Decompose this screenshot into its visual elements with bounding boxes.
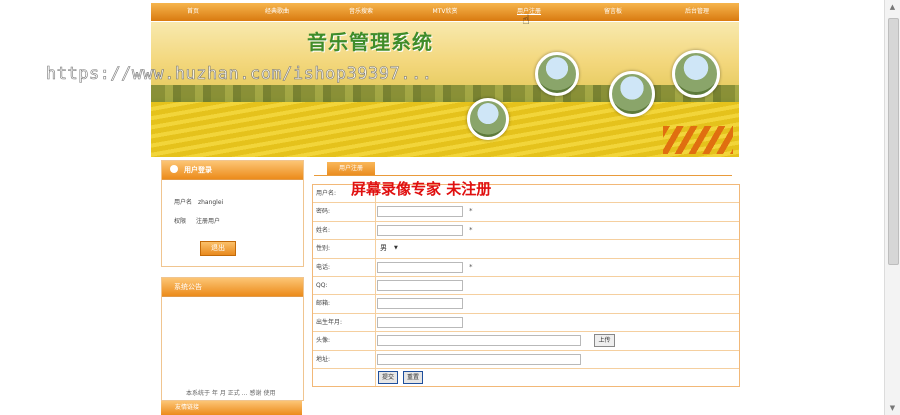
url-watermark: https://www.huzhan.com/ishop39397...	[46, 64, 433, 85]
password-input[interactable]	[377, 206, 463, 218]
nav-admin[interactable]: 后台管理	[655, 3, 739, 21]
form-row-actions: 提交 重置	[313, 368, 739, 387]
banner-field	[151, 102, 739, 157]
nav-home[interactable]: 首页	[151, 3, 235, 21]
logout-button[interactable]: 退出	[200, 241, 236, 256]
upload-button[interactable]: 上传	[594, 334, 615, 348]
email-field-label: 邮箱:	[316, 300, 331, 308]
nav-music-search[interactable]: 音乐搜索	[319, 3, 403, 21]
username-value: zhanglei	[197, 199, 224, 206]
name-input[interactable]	[377, 224, 463, 236]
gender-select[interactable]: 男 ▼	[378, 243, 404, 254]
reset-button[interactable]: 重置	[403, 370, 423, 384]
login-box: 用户名 zhanglei 权限 注册用户 退出	[161, 160, 304, 267]
name-field-label: 姓名:	[316, 226, 331, 234]
banner-photo-farm	[609, 71, 655, 117]
required-mark: *	[469, 207, 473, 216]
role-label: 权限	[174, 218, 187, 225]
qq-input[interactable]	[377, 279, 463, 291]
form-row-address: 地址:	[313, 350, 739, 369]
form-row-password: 密码: *	[313, 203, 739, 222]
role-value: 注册用户	[195, 218, 220, 225]
nav-message-board[interactable]: 留言板	[571, 3, 655, 21]
address-field-label: 地址:	[316, 355, 331, 363]
qq-field-label: QQ:	[316, 281, 328, 289]
form-row-name: 姓名: *	[313, 221, 739, 241]
submit-button[interactable]: 提交	[378, 370, 398, 384]
tab-user-register[interactable]: 用户注册	[327, 162, 375, 176]
required-mark: *	[469, 262, 473, 271]
form-row-phone: 电话: *	[313, 258, 739, 277]
username-field-label: 用户名:	[316, 190, 337, 197]
site-title: 音乐管理系统	[307, 30, 433, 54]
form-row-avatar: 头像: 上传	[313, 332, 739, 351]
vertical-scrollbar[interactable]: ▲ ▼	[884, 0, 900, 415]
form-row-birth: 出生年月:	[313, 313, 739, 333]
register-form: 用户名: 密码: * 姓名: * 性别: 男 ▼ 电话: * QQ: 邮箱: 出…	[312, 184, 740, 388]
banner-stripes	[663, 126, 733, 154]
password-field-label: 密码:	[316, 208, 331, 216]
banner-photo-village	[672, 50, 720, 98]
banner-photo-house	[535, 52, 579, 96]
username-label: 用户名	[174, 199, 193, 206]
form-row-gender: 性别: 男 ▼	[313, 240, 739, 259]
recorder-watermark: 屏幕录像专家 未注册	[351, 180, 492, 198]
form-row-qq: QQ:	[313, 276, 739, 296]
site-banner: 音乐管理系统	[151, 22, 739, 157]
scrollbar-thumb[interactable]	[888, 18, 899, 265]
gender-field-label: 性别:	[316, 245, 331, 253]
top-navigation: 首页 经典歌曲 音乐搜索 MTV欣赏 用户注册 留言板 后台管理	[151, 3, 739, 21]
phone-field-label: 电话:	[316, 263, 331, 271]
birth-field-label: 出生年月:	[316, 318, 343, 326]
scroll-up-icon[interactable]: ▲	[885, 0, 900, 14]
required-mark: *	[469, 225, 473, 234]
links-box-header: 友情链接	[161, 401, 302, 415]
banner-photo-field	[467, 98, 509, 140]
mouse-cursor-icon: ☝	[522, 13, 530, 28]
avatar-field-label: 头像:	[316, 337, 331, 345]
address-input[interactable]	[377, 353, 581, 365]
avatar-input[interactable]	[377, 335, 581, 347]
phone-input[interactable]	[377, 261, 463, 273]
birth-input[interactable]	[377, 316, 463, 328]
chevron-down-icon: ▼	[394, 245, 398, 252]
scroll-down-icon[interactable]: ▼	[885, 401, 900, 415]
nav-mtv[interactable]: MTV欣赏	[403, 3, 487, 21]
notice-text: 本系统于 年 月 正式 … 感谢 使用	[186, 390, 276, 397]
notice-box: 本系统于 年 月 正式 … 感谢 使用	[161, 277, 304, 401]
form-row-email: 邮箱:	[313, 295, 739, 314]
email-input[interactable]	[377, 298, 463, 310]
tab-underline	[314, 175, 732, 176]
nav-classic-songs[interactable]: 经典歌曲	[235, 3, 319, 21]
